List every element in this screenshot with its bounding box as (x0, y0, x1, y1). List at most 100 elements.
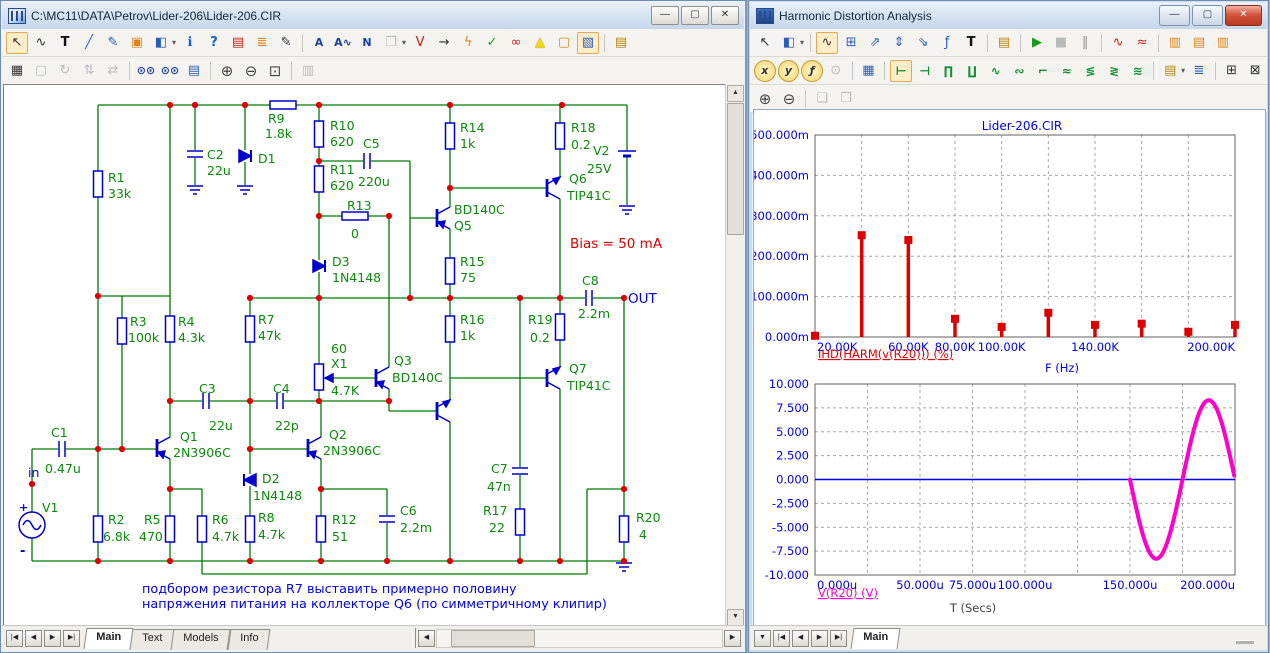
envelope-icon[interactable]: ≋ (1127, 60, 1149, 82)
intermod-plot-icon[interactable]: ≈ (1131, 32, 1153, 54)
text-mode-icon[interactable]: T (960, 32, 982, 54)
clipboard-icon[interactable]: ▤ (1159, 60, 1181, 82)
analysis-titlebar[interactable]: Harmonic Distortion Analysis — ▢ ✕ (750, 2, 1267, 30)
clipboard-icon-dropdown[interactable]: ▾ (1181, 66, 1185, 75)
show-measurements-icon[interactable]: ✓ (481, 32, 503, 54)
x-axis-settings-icon[interactable]: x (754, 59, 776, 82)
zoom-area-icon[interactable]: ⊡ (264, 60, 286, 82)
minimize-button[interactable]: — (1159, 5, 1190, 26)
overlap-plots-icon[interactable]: ▤ (1188, 32, 1210, 54)
scroll-up-icon[interactable]: ▲ (727, 85, 744, 102)
formula-mode-icon[interactable]: ƒ (936, 32, 958, 54)
cursor-right-icon[interactable]: ⊣ (914, 60, 936, 82)
maximize-button[interactable]: ▢ (1192, 5, 1223, 26)
show-warnings-icon[interactable]: ▲ (529, 32, 551, 54)
goto-flag-icon[interactable]: ▤ (183, 60, 205, 82)
line-mode-icon[interactable]: ╱ (78, 32, 100, 54)
edit-notes-icon[interactable]: ✎ (275, 32, 297, 54)
numeric-output-icon[interactable]: ≣ (1188, 60, 1210, 82)
properties-icon[interactable]: ▤ (993, 32, 1015, 54)
schematic-nav-1[interactable]: ◀ (25, 629, 42, 647)
zoom-out-icon[interactable]: ⊖ (240, 60, 262, 82)
graphics-shape-icon-dropdown[interactable]: ▾ (800, 38, 804, 47)
hscroll-right-icon[interactable]: ▶ (724, 629, 741, 647)
text-mode-icon[interactable]: T (54, 32, 76, 54)
help-mode-icon[interactable]: ? (203, 32, 225, 54)
show-node-voltages-icon[interactable]: ϟ (457, 32, 479, 54)
hscroll-thumb[interactable] (451, 629, 535, 647)
peak-icon[interactable]: ∏ (938, 60, 960, 82)
paste-icon-dropdown[interactable]: ▾ (402, 38, 406, 47)
valley-icon[interactable]: ∐ (961, 60, 983, 82)
align-cursors-icon[interactable]: ⊞ (1221, 60, 1243, 82)
schematic-vscrollbar[interactable]: ▲ ▼ (725, 84, 744, 627)
zoom-in-icon[interactable]: ⊕ (754, 88, 776, 110)
find-voltage-icon[interactable]: V (409, 32, 431, 54)
picture-mode-icon[interactable]: ▣ (126, 32, 148, 54)
schematic-tab-info[interactable]: Info (227, 628, 271, 650)
global-high-icon[interactable]: ≶ (1080, 60, 1102, 82)
cursor-left-icon[interactable]: ⊢ (890, 59, 912, 82)
schematic-canvas-area[interactable]: + - R1 33k C2 22u D1 R9 1.8k R10 620 C5 220u R11 620 R1… (3, 84, 729, 628)
low-icon[interactable]: ∾ (1009, 60, 1031, 82)
schematic-nav-2[interactable]: ▶ (44, 629, 61, 647)
find-repeat-icon[interactable]: ⊙⊙ (159, 60, 181, 82)
schematic-tab-main[interactable]: Main (83, 627, 134, 649)
accumulate-plots-icon[interactable]: ▥ (1164, 32, 1186, 54)
analysis-nav-4[interactable]: ▶| (830, 629, 847, 647)
resize-grip[interactable] (1236, 640, 1254, 644)
scale-mode-icon[interactable]: ⇗ (864, 32, 886, 54)
analysis-nav-3[interactable]: ▶ (811, 629, 828, 647)
find-wave-icon[interactable]: A∿ (332, 32, 354, 54)
select-region-icon[interactable]: ▦ (6, 60, 28, 82)
next-object-icon[interactable]: ⇘ (912, 32, 934, 54)
analysis-plot-area[interactable]: Lider-206.CIR 500.000m 400.000m 300.000m 200… (750, 109, 1266, 629)
file-list-icon[interactable]: ≣ (251, 32, 273, 54)
show-node-numbers-icon[interactable]: → (433, 32, 455, 54)
y-axis-settings-icon[interactable]: y (777, 59, 800, 82)
scope-mode-icon[interactable]: ∿ (816, 31, 839, 54)
schematic-drawing[interactable]: +-R133kC222uD1R91.8kR10620 C5220uR11620R1… (4, 85, 729, 628)
fx-settings-icon[interactable]: ƒ (801, 59, 823, 82)
component-shape-icon-dropdown[interactable]: ▾ (172, 38, 176, 47)
maximize-button[interactable]: ▢ (681, 6, 709, 25)
high-icon[interactable]: ∿ (985, 60, 1007, 82)
model-check-icon[interactable]: ▤ (227, 32, 249, 54)
minimize-button[interactable]: — (651, 6, 679, 25)
analysis-tab-main[interactable]: Main (850, 627, 901, 649)
find-icon[interactable]: ⊙⊙ (135, 60, 157, 82)
schematic-hscrollbar[interactable] (436, 628, 723, 648)
graphics-mode-icon[interactable]: ✎ (102, 32, 124, 54)
thd-plot-icon[interactable]: ∿ (1107, 32, 1129, 54)
schematic-nav-3[interactable]: ▶| (63, 629, 80, 647)
run-icon[interactable]: ▶ (1026, 32, 1048, 54)
close-button[interactable]: ✕ (1225, 5, 1262, 26)
analysis-nav-1[interactable]: |◀ (773, 629, 790, 647)
zoom-out-icon[interactable]: ⊖ (778, 88, 800, 110)
info-mode-icon[interactable]: ℹ (179, 32, 201, 54)
hscroll-left-icon[interactable]: ◀ (418, 629, 435, 647)
vertical-scale-icon[interactable]: ⇕ (888, 32, 910, 54)
component-shape-icon[interactable]: ◧ (150, 32, 172, 54)
inflection-icon[interactable]: ≈ (1056, 60, 1078, 82)
analysis-nav-0[interactable]: ▼ (754, 629, 771, 647)
global-low-icon[interactable]: ≷ (1103, 60, 1125, 82)
same-scales-icon[interactable]: ⊠ (1244, 60, 1266, 82)
separate-plots-icon[interactable]: ▥ (1212, 32, 1234, 54)
vscroll-thumb[interactable] (727, 103, 744, 235)
analysis-plots[interactable]: Lider-206.CIR 500.000m 400.000m 300.000m 200… (750, 110, 1265, 628)
data-points-icon[interactable]: ⊞ (840, 32, 862, 54)
schematic-tab-text[interactable]: Text (129, 628, 175, 650)
edit-limits-icon[interactable]: ▦ (858, 60, 880, 82)
schematic-titlebar[interactable]: C:\MC11\DATA\Petrov\Lider-206\Lider-206.… (2, 2, 744, 30)
wire-mode-icon[interactable]: ∿ (30, 32, 52, 54)
close-button[interactable]: ✕ (711, 6, 739, 25)
schematic-tab-models[interactable]: Models (170, 628, 232, 650)
new-page-icon[interactable]: ▢ (553, 32, 575, 54)
find-text-icon[interactable]: A (308, 32, 330, 54)
find-node-icon[interactable]: N (356, 32, 378, 54)
show-pin-connections-icon[interactable]: ∞ (505, 32, 527, 54)
select-tool-icon[interactable]: ↖ (6, 31, 28, 54)
properties-icon[interactable]: ▤ (610, 32, 632, 54)
zoom-in-icon[interactable]: ⊕ (216, 60, 238, 82)
